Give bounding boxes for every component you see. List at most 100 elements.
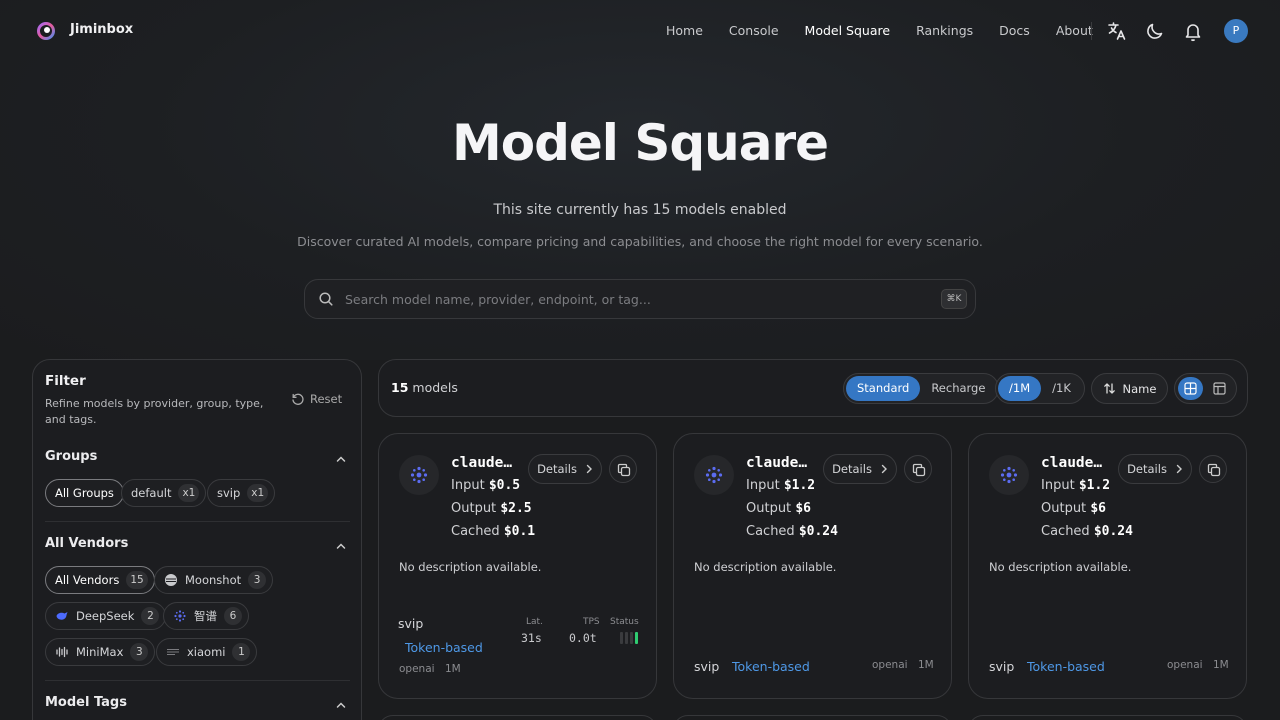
model-name[interactable]: claude… (1041, 455, 1102, 471)
status-bar (620, 632, 623, 644)
model-card-partial[interactable] (378, 715, 657, 720)
vendor-chip-deepseek[interactable]: DeepSeek 2 (45, 602, 167, 630)
chip-label: 智谱 (194, 609, 217, 623)
nav-model-square[interactable]: Model Square (805, 22, 891, 40)
model-card-partial[interactable] (673, 715, 952, 720)
output-price: Output $6 (746, 501, 811, 516)
model-name[interactable]: claude… (451, 455, 512, 471)
sort-button[interactable]: Name (1091, 373, 1168, 404)
input-label: Input (746, 478, 780, 493)
nav-console[interactable]: Console (729, 22, 779, 40)
vendor-chip-xiaomi[interactable]: xiaomi 1 (156, 638, 258, 666)
section-divider (45, 680, 350, 681)
group-chip-default[interactable]: default x1 (121, 479, 207, 507)
unit-1k-option[interactable]: /1K (1041, 376, 1082, 401)
vendor-chip-minimax[interactable]: MiniMax 3 (45, 638, 156, 666)
deepseek-logo-icon (56, 612, 68, 620)
results-toolbar: 15 models Standard Recharge /1M /1K Name (378, 359, 1248, 417)
cached-price: Cached $0.24 (746, 524, 838, 539)
cached-label: Cached (1041, 524, 1090, 539)
input-value: $1.2 (1078, 478, 1111, 493)
details-label: Details (537, 462, 577, 476)
section-divider (45, 521, 350, 522)
dark-mode-moon-icon[interactable] (1144, 20, 1166, 42)
endpoint-label: openai (872, 659, 908, 671)
group-chip-svip[interactable]: svip x1 (207, 479, 276, 507)
pricing-standard-option[interactable]: Standard (846, 376, 921, 401)
chip-count: 15 (126, 571, 148, 589)
chevron-up-icon[interactable] (335, 699, 347, 711)
model-card[interactable]: claude… Details Input $1.2 Output $6 Cac… (968, 433, 1247, 699)
nav-rankings[interactable]: Rankings (916, 22, 973, 40)
group-chip-all[interactable]: All Groups (45, 479, 124, 507)
brand-name[interactable]: Jiminbox (70, 22, 133, 37)
nav-home[interactable]: Home (666, 22, 703, 40)
model-count-number: 15 (391, 380, 409, 395)
cached-label: Cached (451, 524, 500, 539)
latency-value: 31s (521, 631, 542, 645)
sort-arrows-icon (1103, 383, 1115, 394)
reset-icon (292, 393, 304, 405)
cached-price: Cached $0.24 (1041, 524, 1133, 539)
user-avatar[interactable]: P (1224, 19, 1248, 43)
top-header: Jiminbox Home Console Model Square Ranki… (0, 0, 1280, 62)
search-bar[interactable]: ⌘K (304, 279, 976, 319)
search-input[interactable] (345, 289, 925, 309)
nav-about[interactable]: About (1056, 22, 1093, 40)
chevron-right-icon (881, 464, 887, 474)
billing-type-link[interactable]: Token-based (405, 640, 483, 655)
billing-type-link[interactable]: Token-based (732, 659, 810, 674)
filter-description: Refine models by provider, group, type, … (45, 397, 264, 426)
copy-button[interactable] (609, 455, 637, 483)
vendor-chip-all[interactable]: All Vendors 15 (45, 566, 155, 594)
chip-count: x1 (178, 484, 200, 502)
vendor-chip-zhipu[interactable]: 智谱 6 (163, 602, 249, 630)
minimax-logo-icon (56, 646, 68, 658)
moonshot-logo-icon (165, 574, 177, 586)
pricing-recharge-option[interactable]: Recharge (920, 376, 996, 401)
pricing-mode-toggle: Standard Recharge (843, 373, 1000, 404)
model-card[interactable]: claude… Details Input $1.2 Output $6 Cac… (673, 433, 952, 699)
vendor-chip-moonshot[interactable]: Moonshot 3 (154, 566, 274, 594)
output-value: $2.5 (500, 501, 532, 516)
grid-view-button[interactable] (1178, 377, 1203, 400)
chip-count: 6 (224, 607, 242, 625)
model-description: No description available. (399, 560, 542, 574)
reset-filter-button[interactable]: Reset (291, 392, 342, 406)
model-name[interactable]: claude… (746, 455, 807, 471)
copy-button[interactable] (904, 455, 932, 483)
details-button[interactable]: Details (823, 454, 897, 484)
details-button[interactable]: Details (528, 454, 602, 484)
zhipu-logo-icon (174, 610, 186, 622)
copy-button[interactable] (1199, 455, 1227, 483)
translate-icon[interactable] (1106, 20, 1128, 42)
nav-divider (1091, 22, 1092, 40)
chip-count: 2 (141, 607, 160, 625)
details-button[interactable]: Details (1118, 454, 1192, 484)
input-price: Input $1.2 (746, 478, 815, 493)
unit-label: 1M (918, 659, 934, 671)
view-mode-toggle (1174, 373, 1237, 404)
model-card[interactable]: claude… Details Input $0.5 Output $2.5 C… (378, 433, 657, 699)
sort-label: Name (1122, 381, 1157, 396)
details-label: Details (832, 462, 872, 476)
chip-count: 3 (248, 571, 267, 589)
nav-docs[interactable]: Docs (999, 22, 1030, 40)
notification-bell-icon[interactable] (1182, 20, 1204, 42)
model-count: 15 models (391, 380, 458, 395)
hero-subtitle: This site currently has 15 models enable… (493, 202, 787, 218)
brand-logo-icon[interactable] (36, 21, 56, 41)
table-view-button[interactable] (1207, 377, 1232, 400)
input-label: Input (1041, 478, 1075, 493)
page-title: Model Square (451, 114, 829, 172)
chevron-up-icon[interactable] (335, 453, 347, 465)
unit-1m-option[interactable]: /1M (998, 376, 1042, 401)
model-card-partial[interactable] (968, 715, 1247, 720)
output-label: Output (746, 501, 792, 516)
model-tags-section-title: Model Tags (45, 695, 127, 710)
details-label: Details (1127, 462, 1167, 476)
endpoint-label: openai (1167, 659, 1203, 671)
chevron-up-icon[interactable] (335, 540, 347, 552)
billing-type-link[interactable]: Token-based (1027, 659, 1105, 674)
endpoint-label: openai (399, 663, 435, 675)
